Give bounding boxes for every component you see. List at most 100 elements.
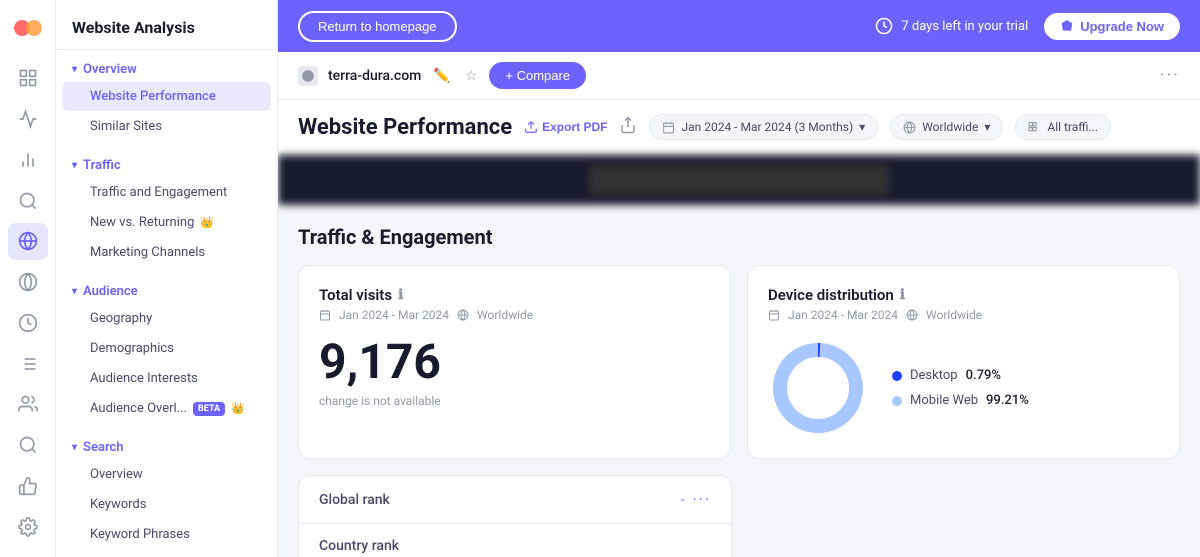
donut-chart	[768, 338, 868, 438]
domain-name: terra-dura.com	[328, 68, 421, 84]
trial-info: 7 days left in your trial	[875, 17, 1028, 35]
chevron-down-icon: ▾	[984, 120, 990, 134]
main-content: Return to homepage 7 days left in your t…	[278, 0, 1200, 557]
calendar-icon	[768, 309, 780, 321]
sidebar-title: Website Analysis	[56, 0, 277, 50]
sidebar-item-search-overview[interactable]: Overview	[62, 460, 271, 489]
crown-icon: 👑	[200, 216, 214, 229]
card-title: Device distribution ℹ	[768, 286, 905, 304]
rail-search-icon[interactable]	[8, 182, 48, 219]
upload-icon	[524, 120, 538, 134]
country-rank-row: Country rank	[299, 524, 731, 557]
sidebar-item-website-performance[interactable]: Website Performance	[62, 82, 271, 111]
sidebar-item-geography[interactable]: Geography	[62, 304, 271, 333]
chevron-down-icon: ▾	[72, 160, 77, 171]
sidebar-item-traffic-engagement[interactable]: Traffic and Engagement	[62, 178, 271, 207]
sidebar-overview-section: ▾ Overview Website Performance Similar S…	[56, 50, 277, 146]
compare-button[interactable]: + Compare	[489, 62, 586, 89]
globe-icon	[457, 309, 469, 321]
export-pdf-button[interactable]: Export PDF	[524, 120, 607, 134]
card-title: Total visits ℹ	[319, 286, 403, 304]
rank-dash: -	[681, 492, 685, 508]
rail-people-icon[interactable]	[8, 386, 48, 423]
cards-row: Total visits ℹ Jan 2024 - Mar 2024 World…	[298, 265, 1180, 459]
rail-settings-icon[interactable]	[8, 508, 48, 545]
rail-search2-icon[interactable]	[8, 427, 48, 464]
sidebar: Website Analysis ▾ Overview Website Perf…	[56, 0, 278, 557]
sidebar-traffic-section: ▾ Traffic Traffic and Engagement New vs.…	[56, 146, 277, 272]
crown-icon	[1060, 19, 1074, 33]
more-options-button[interactable]: ···	[1160, 65, 1180, 86]
global-rank-label: Global rank	[319, 492, 390, 508]
icon-rail	[0, 0, 56, 557]
sidebar-group-overview[interactable]: ▾ Overview	[56, 54, 277, 81]
top-bar: Return to homepage 7 days left in your t…	[278, 0, 1200, 52]
rank-cards-row: Global rank - ··· Country rank	[298, 475, 1180, 557]
sidebar-item-keyword-phrases[interactable]: Keyword Phrases	[62, 520, 271, 549]
sidebar-search-section: ▾ Search Overview Keywords Keyword Phras…	[56, 428, 277, 554]
rail-chart-icon[interactable]	[8, 101, 48, 138]
card-meta: Jan 2024 - Mar 2024 Worldwide	[768, 308, 1159, 322]
globe-icon	[903, 121, 916, 134]
domain-bar: terra-dura.com ✏️ ☆ + Compare ···	[278, 52, 1200, 100]
mobile-value: 99.21%	[986, 393, 1029, 408]
sidebar-item-keywords[interactable]: Keywords	[62, 490, 271, 519]
sidebar-item-new-returning[interactable]: New vs. Returning 👑	[62, 208, 271, 237]
traffic-filter[interactable]: All traffi...	[1015, 114, 1111, 140]
calendar-icon	[662, 121, 675, 134]
rail-thumbs-icon[interactable]	[8, 468, 48, 505]
rail-globe2-icon[interactable]	[8, 264, 48, 301]
favorite-button[interactable]: ☆	[463, 65, 480, 86]
clock-icon	[875, 17, 893, 35]
geo-filter[interactable]: Worldwide ▾	[890, 114, 1003, 140]
rail-list-icon[interactable]	[8, 345, 48, 382]
card-header: Total visits ℹ	[319, 286, 710, 304]
sidebar-item-audience-interests[interactable]: Audience Interests	[62, 364, 271, 393]
globe-icon	[906, 309, 918, 321]
desktop-value: 0.79%	[966, 368, 1001, 383]
chevron-down-icon: ▾	[72, 64, 77, 75]
upgrade-now-button[interactable]: Upgrade Now	[1044, 13, 1180, 40]
info-icon[interactable]: ℹ	[398, 287, 403, 303]
rail-clock-icon[interactable]	[8, 305, 48, 342]
calendar-icon	[319, 309, 331, 321]
sidebar-audience-section: ▾ Audience Geography Demographics Audien…	[56, 272, 277, 428]
page-header: Website Performance Export PDF Jan 2024 …	[278, 100, 1200, 155]
rail-globe-icon[interactable]	[8, 223, 48, 260]
edit-domain-button[interactable]: ✏️	[431, 65, 452, 86]
domain-favicon	[298, 66, 318, 86]
sidebar-item-demographics[interactable]: Demographics	[62, 334, 271, 363]
device-chart-area: Desktop 0.79% Mobile Web 99.21%	[768, 338, 1159, 438]
rail-bar-icon[interactable]	[8, 142, 48, 179]
blurred-banner	[278, 155, 1200, 205]
desktop-dot	[892, 371, 902, 381]
card-meta: Jan 2024 - Mar 2024 Worldwide	[319, 308, 710, 322]
info-icon[interactable]: ℹ	[900, 287, 905, 303]
rail-dashboard-icon[interactable]	[8, 60, 48, 97]
sidebar-group-search[interactable]: ▾ Search	[56, 432, 277, 459]
chevron-down-icon: ▾	[72, 442, 77, 453]
content-area: terra-dura.com ✏️ ☆ + Compare ··· Websit…	[278, 52, 1200, 557]
date-filter[interactable]: Jan 2024 - Mar 2024 (3 Months) ▾	[649, 114, 878, 140]
traffic-icon	[1028, 121, 1041, 134]
sidebar-group-audience[interactable]: ▾ Audience	[56, 276, 277, 303]
crown-icon: 👑	[231, 402, 245, 415]
rank-spacer	[748, 475, 1180, 557]
cards-area: Traffic & Engagement Total visits ℹ Ja	[278, 205, 1200, 557]
rank-card: Global rank - ··· Country rank	[298, 475, 732, 557]
total-visits-value: 9,176	[319, 338, 710, 386]
traffic-section-title: Traffic & Engagement	[298, 225, 1180, 249]
return-to-homepage-button[interactable]: Return to homepage	[298, 11, 457, 42]
sidebar-item-audience-overlap[interactable]: Audience Overl... BETA 👑	[62, 394, 271, 423]
page-title: Website Performance	[298, 115, 512, 140]
sidebar-item-marketing-channels[interactable]: Marketing Channels	[62, 238, 271, 267]
sidebar-item-similar-sites[interactable]: Similar Sites	[62, 112, 271, 141]
legend-item-mobile: Mobile Web 99.21%	[892, 393, 1029, 408]
chevron-down-icon: ▾	[72, 286, 77, 297]
change-text: change is not available	[319, 394, 710, 408]
device-legend: Desktop 0.79% Mobile Web 99.21%	[892, 368, 1029, 408]
country-rank-label: Country rank	[319, 538, 399, 554]
device-distribution-card: Device distribution ℹ Jan 2024 - Mar 202…	[747, 265, 1180, 459]
sidebar-group-traffic[interactable]: ▾ Traffic	[56, 150, 277, 177]
header-share-button[interactable]	[619, 116, 637, 139]
